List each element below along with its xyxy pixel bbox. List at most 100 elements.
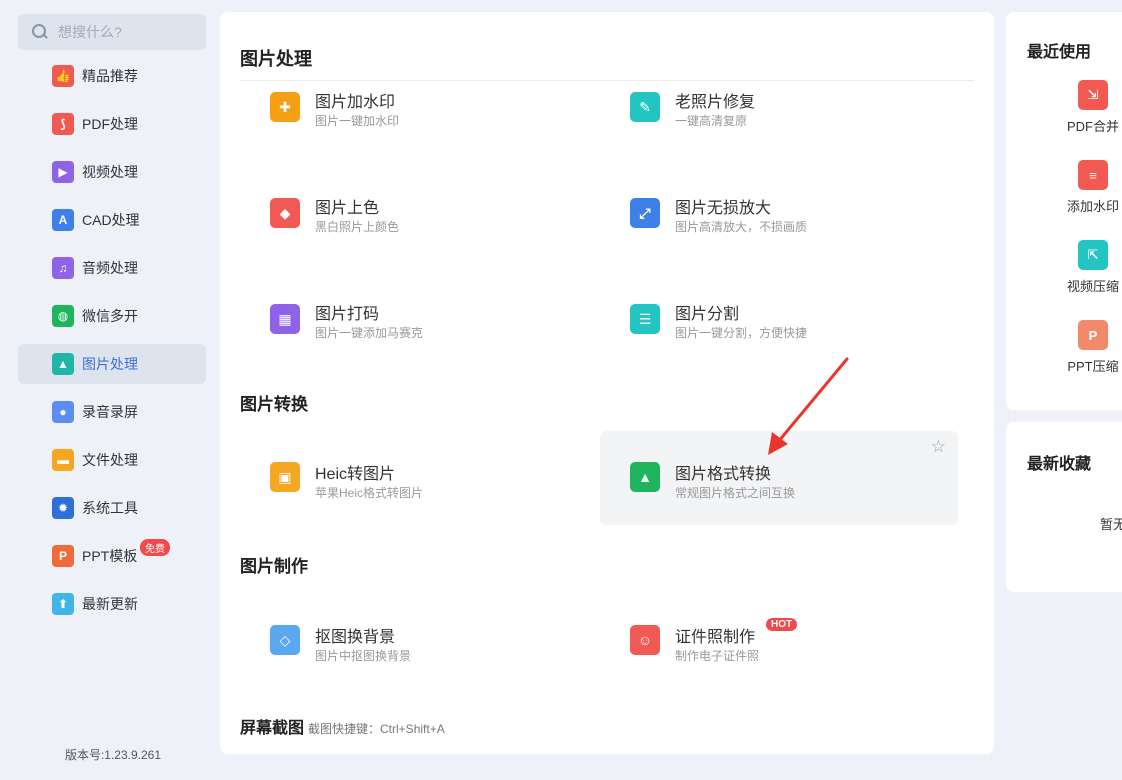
tool-name: Heic转图片	[315, 466, 396, 483]
wechat-icon: ◍	[52, 305, 74, 327]
recent-item-video-compress[interactable]: ⇱ 视频压缩	[1048, 240, 1122, 295]
favorites-panel: 最新收藏 暂无收藏	[1006, 422, 1122, 592]
tool-image-watermark[interactable]: ✚ 图片加水印 图片一键加水印	[240, 82, 598, 176]
tool-image-mosaic[interactable]: ▦ 图片打码 图片一键添加马赛克	[240, 294, 598, 388]
pdf-icon: ⟆	[52, 113, 74, 135]
watermark-icon: ✚	[270, 92, 300, 122]
sidebar-item-label: 系统工具	[82, 500, 138, 516]
hot-badge: HOT	[766, 618, 798, 631]
sidebar-item-label: CAD处理	[82, 212, 140, 228]
video-play-icon: ▶	[52, 161, 74, 183]
id-photo-icon: ☺	[630, 625, 660, 655]
sidebar-item-record[interactable]: ● 录音录屏	[18, 392, 206, 432]
section-title-screenshot: 屏幕截图 截图快捷键：Ctrl+Shift+A	[240, 714, 445, 738]
tool-image-format-convert[interactable]: ▲ 图片格式转换 常规图片格式之间互换 ☆	[600, 431, 958, 525]
sidebar-item-label: 视频处理	[82, 164, 138, 180]
tool-old-photo-restore[interactable]: ✎ 老照片修复 一键高清复原	[600, 82, 958, 176]
sidebar-item-label: 文件处理	[82, 452, 138, 468]
section-title-image-conversion: 图片转换	[240, 395, 308, 414]
tool-desc: 图片一键添加马赛克	[315, 326, 424, 340]
search-box[interactable]	[18, 14, 206, 50]
tool-desc: 苹果Heic格式转图片	[315, 486, 424, 500]
recent-title: 最近使用	[1027, 44, 1092, 61]
star-icon[interactable]: ☆	[931, 437, 946, 457]
sidebar-item-label: 音频处理	[82, 260, 138, 276]
tool-image-colorize[interactable]: ◆ 图片上色 黑白照片上颜色	[240, 188, 598, 282]
tool-desc: 图片一键加水印	[315, 114, 400, 128]
heic-convert-icon: ▣	[270, 462, 300, 492]
version-label: 版本号:1.23.9.261	[64, 748, 162, 762]
sidebar-item-ppt-templates[interactable]: P PPT模板 免费	[18, 536, 206, 576]
sidebar-item-pdf[interactable]: ⟆ PDF处理	[18, 104, 206, 144]
video-compress-icon: ⇱	[1078, 240, 1108, 270]
recent-item-pdf-merge[interactable]: ⇲ PDF合并	[1048, 80, 1122, 135]
search-input[interactable]	[58, 24, 198, 40]
sidebar-item-label: 最新更新	[82, 596, 138, 612]
music-note-icon: ♫	[52, 257, 74, 279]
main-panel: 图片处理 ✚ 图片加水印 图片一键加水印 ✎ 老照片修复 一键高清复原 ◆ 图片…	[220, 12, 994, 754]
recent-item-label: PDF合并	[1066, 119, 1119, 134]
tool-heic-convert[interactable]: ▣ Heic转图片 苹果Heic格式转图片	[240, 431, 598, 525]
tool-desc: 图片一键分割，方便快捷	[675, 326, 808, 340]
sidebar-item-video[interactable]: ▶ 视频处理	[18, 152, 206, 192]
section-divider	[240, 80, 974, 81]
sidebar-item-audio[interactable]: ♫ 音频处理	[18, 248, 206, 288]
tool-desc: 常规图片格式之间互换	[675, 486, 796, 500]
sidebar-item-files[interactable]: ▬ 文件处理	[18, 440, 206, 480]
tool-cutout-background[interactable]: ◇ 抠图换背景 图片中抠图换背景	[240, 594, 598, 688]
sidebar-item-label: 图片处理	[82, 356, 138, 372]
section-title-image-making: 图片制作	[240, 557, 308, 576]
ppt-icon: P	[52, 545, 74, 567]
sidebar: 👍 精品推荐 ⟆ PDF处理 ▶ 视频处理 A CAD处理 ♫ 音频处理 ◍ 微…	[0, 0, 220, 780]
screenshot-shortcut-hint: 截图快捷键：Ctrl+Shift+A	[308, 722, 445, 736]
tool-image-upscale[interactable]: ⤢ 图片无损放大 图片高清放大，不损画质	[600, 188, 958, 282]
split-icon: ☰	[630, 304, 660, 334]
tool-desc: 图片高清放大，不损画质	[675, 220, 808, 234]
recent-panel: 最近使用 ⇲ PDF合并 ≡ 添加水印 ⇱ 视频压缩 P PPT压缩	[1006, 12, 1122, 410]
tool-desc: 黑白照片上颜色	[315, 220, 400, 234]
screenshot-title: 屏幕截图	[240, 720, 305, 737]
wrench-icon: ✎	[630, 92, 660, 122]
sidebar-item-label: 录音录屏	[82, 404, 138, 420]
sidebar-item-wechat[interactable]: ◍ 微信多开	[18, 296, 206, 336]
sidebar-item-label: PDF处理	[82, 116, 138, 132]
tool-desc: 一键高清复原	[675, 114, 748, 128]
recent-item-label: 视频压缩	[1066, 279, 1119, 294]
upload-icon: ⬆	[52, 593, 74, 615]
recent-item-ppt-compress[interactable]: P PPT压缩	[1048, 320, 1122, 375]
tool-image-split[interactable]: ☰ 图片分割 图片一键分割，方便快捷	[600, 294, 958, 388]
tool-desc: 图片中抠图换背景	[315, 649, 412, 663]
tool-name: 图片格式转换	[675, 466, 772, 483]
paint-bucket-icon: ◆	[270, 198, 300, 228]
sidebar-item-image[interactable]: ▲ 图片处理	[18, 344, 206, 384]
recent-item-add-watermark[interactable]: ≡ 添加水印	[1048, 160, 1122, 215]
cutout-icon: ◇	[270, 625, 300, 655]
tool-name: 证件照制作	[675, 629, 756, 646]
tool-desc: 制作电子证件照	[675, 649, 760, 663]
section-title-image-processing: 图片处理	[240, 49, 312, 69]
cad-icon: A	[52, 209, 74, 231]
tool-id-photo[interactable]: ☺ 证件照制作 制作电子证件照 HOT	[600, 594, 958, 688]
recent-item-label: PPT压缩	[1067, 359, 1119, 374]
sidebar-item-system-tools[interactable]: ✹ 系统工具	[18, 488, 206, 528]
free-badge: 免费	[140, 539, 170, 556]
favorites-empty-text: 暂无收藏	[1100, 517, 1122, 532]
sidebar-item-label: 精品推荐	[82, 68, 138, 84]
folder-icon: ▬	[52, 449, 74, 471]
sidebar-item-label: 微信多开	[82, 308, 138, 324]
sidebar-item-label: PPT模板	[82, 548, 138, 564]
add-watermark-icon: ≡	[1078, 160, 1108, 190]
sidebar-item-recommended[interactable]: 👍 精品推荐	[18, 56, 206, 96]
mosaic-icon: ▦	[270, 304, 300, 334]
tool-name: 图片分割	[675, 306, 740, 323]
tool-name: 老照片修复	[675, 94, 756, 111]
tool-name: 图片无损放大	[675, 200, 772, 217]
sidebar-item-cad[interactable]: A CAD处理	[18, 200, 206, 240]
enlarge-icon: ⤢	[630, 198, 660, 228]
format-convert-icon: ▲	[630, 462, 660, 492]
sidebar-item-latest-updates[interactable]: ⬆ 最新更新	[18, 584, 206, 624]
search-icon	[32, 24, 48, 40]
tool-name: 图片上色	[315, 200, 380, 217]
recent-item-label: 添加水印	[1066, 199, 1119, 214]
gear-icon: ✹	[52, 497, 74, 519]
